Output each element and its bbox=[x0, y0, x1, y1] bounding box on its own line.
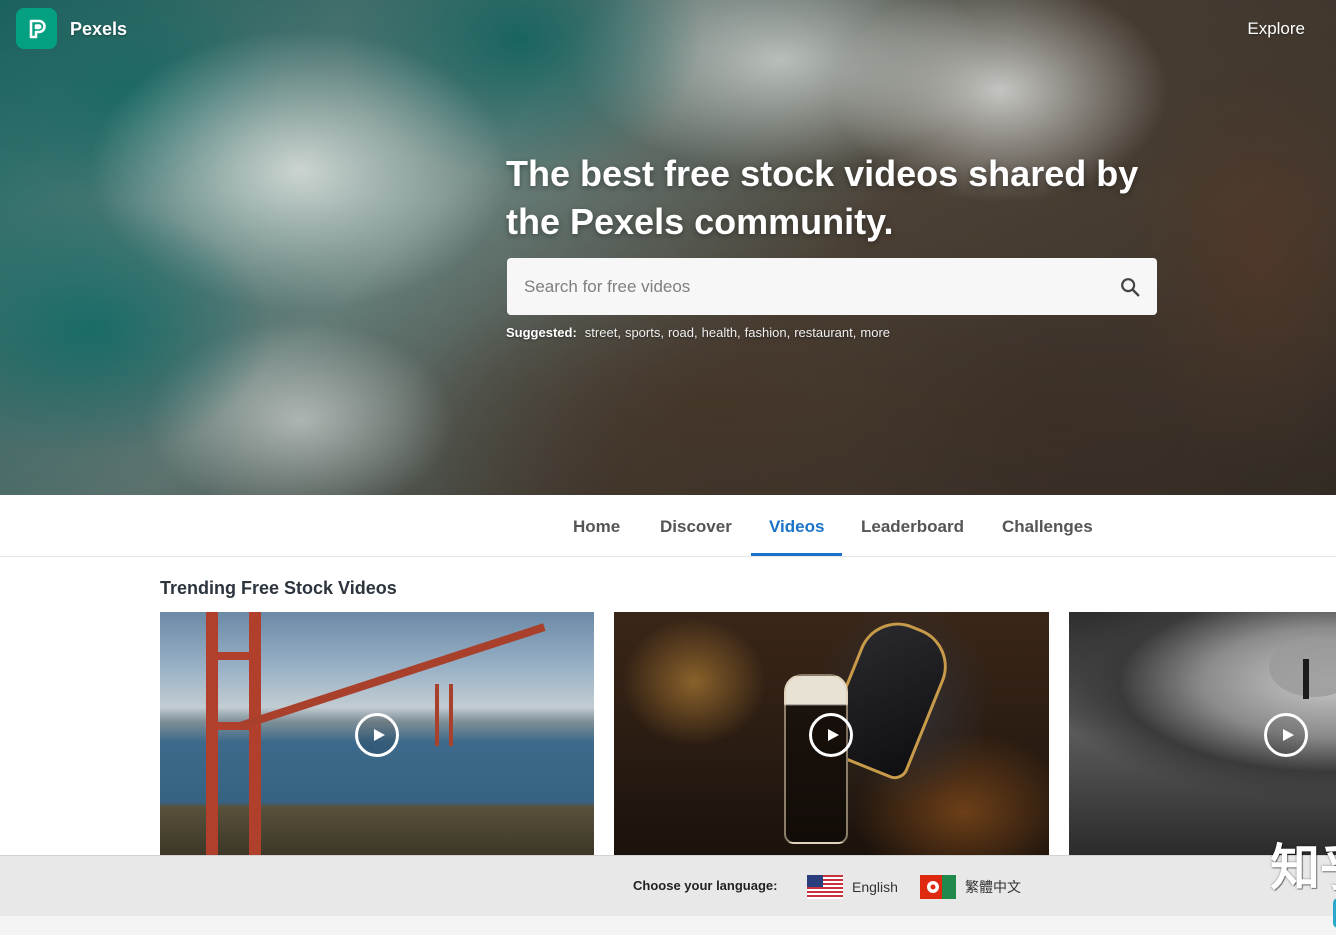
tag-fashion[interactable]: fashion bbox=[745, 325, 787, 340]
video-thumbnail-golden-gate[interactable] bbox=[160, 612, 594, 855]
tag-road[interactable]: road bbox=[668, 325, 694, 340]
nav-discover[interactable]: Discover bbox=[660, 495, 732, 556]
nav-home[interactable]: Home bbox=[573, 495, 620, 556]
play-icon bbox=[373, 729, 385, 741]
language-label: Choose your language: bbox=[633, 878, 778, 893]
play-button[interactable] bbox=[809, 713, 853, 757]
beer-glass bbox=[784, 674, 848, 844]
suggested-label: Suggested: bbox=[506, 325, 577, 340]
tag-restaurant[interactable]: restaurant bbox=[794, 325, 853, 340]
tag-sports[interactable]: sports bbox=[625, 325, 660, 340]
us-flag-icon bbox=[807, 875, 843, 899]
pexels-logo[interactable] bbox=[16, 8, 57, 49]
section-title: Trending Free Stock Videos bbox=[160, 578, 397, 598]
language-traditional-chinese[interactable]: 繁體中文 bbox=[920, 874, 1021, 900]
brand-name[interactable]: Pexels bbox=[70, 19, 127, 40]
search-input[interactable] bbox=[507, 258, 1103, 315]
vinyl-spindle bbox=[1303, 659, 1309, 699]
nav-challenges[interactable]: Challenges bbox=[1002, 495, 1093, 556]
language-english[interactable]: English bbox=[807, 874, 898, 900]
play-button[interactable] bbox=[355, 713, 399, 757]
hero-banner: Pexels Explore The best free stock video… bbox=[0, 0, 1336, 495]
main-nav: Home Discover Videos Leaderboard Challen… bbox=[0, 495, 1336, 557]
tag-health[interactable]: health bbox=[702, 325, 737, 340]
search-bar bbox=[507, 258, 1157, 315]
language-english-label: English bbox=[852, 879, 898, 895]
play-icon bbox=[1282, 729, 1294, 741]
bridge-tower-far bbox=[435, 684, 453, 746]
language-bar: Choose your language: English 繁體中文 bbox=[0, 855, 1336, 916]
bridge-tower bbox=[206, 612, 261, 855]
search-button[interactable] bbox=[1103, 258, 1157, 315]
explore-link[interactable]: Explore bbox=[1247, 19, 1305, 39]
language-traditional-chinese-label: 繁體中文 bbox=[965, 879, 1021, 895]
zhihu-watermark: 知乎 bbox=[1270, 839, 1336, 897]
nav-videos[interactable]: Videos bbox=[750, 495, 844, 556]
nav-leaderboard[interactable]: Leaderboard bbox=[861, 495, 964, 556]
pexels-logo-icon bbox=[29, 19, 46, 38]
hero-headline: The best free stock videos shared by the… bbox=[506, 153, 1139, 242]
video-thumbnail-vinyl[interactable] bbox=[1069, 612, 1336, 855]
play-icon bbox=[827, 729, 839, 741]
tag-more[interactable]: more bbox=[860, 325, 890, 340]
bridge-deck bbox=[238, 623, 546, 730]
hk-flag-icon bbox=[920, 875, 956, 899]
search-icon bbox=[1121, 277, 1140, 296]
top-bar: Pexels Explore bbox=[0, 0, 1336, 60]
page-bottom bbox=[0, 916, 1336, 935]
play-button[interactable] bbox=[1264, 713, 1308, 757]
tag-street[interactable]: street bbox=[585, 325, 618, 340]
suggested-tags: Suggested: street, sports, road, health,… bbox=[506, 325, 891, 340]
video-thumbnail-guinness[interactable] bbox=[614, 612, 1049, 855]
